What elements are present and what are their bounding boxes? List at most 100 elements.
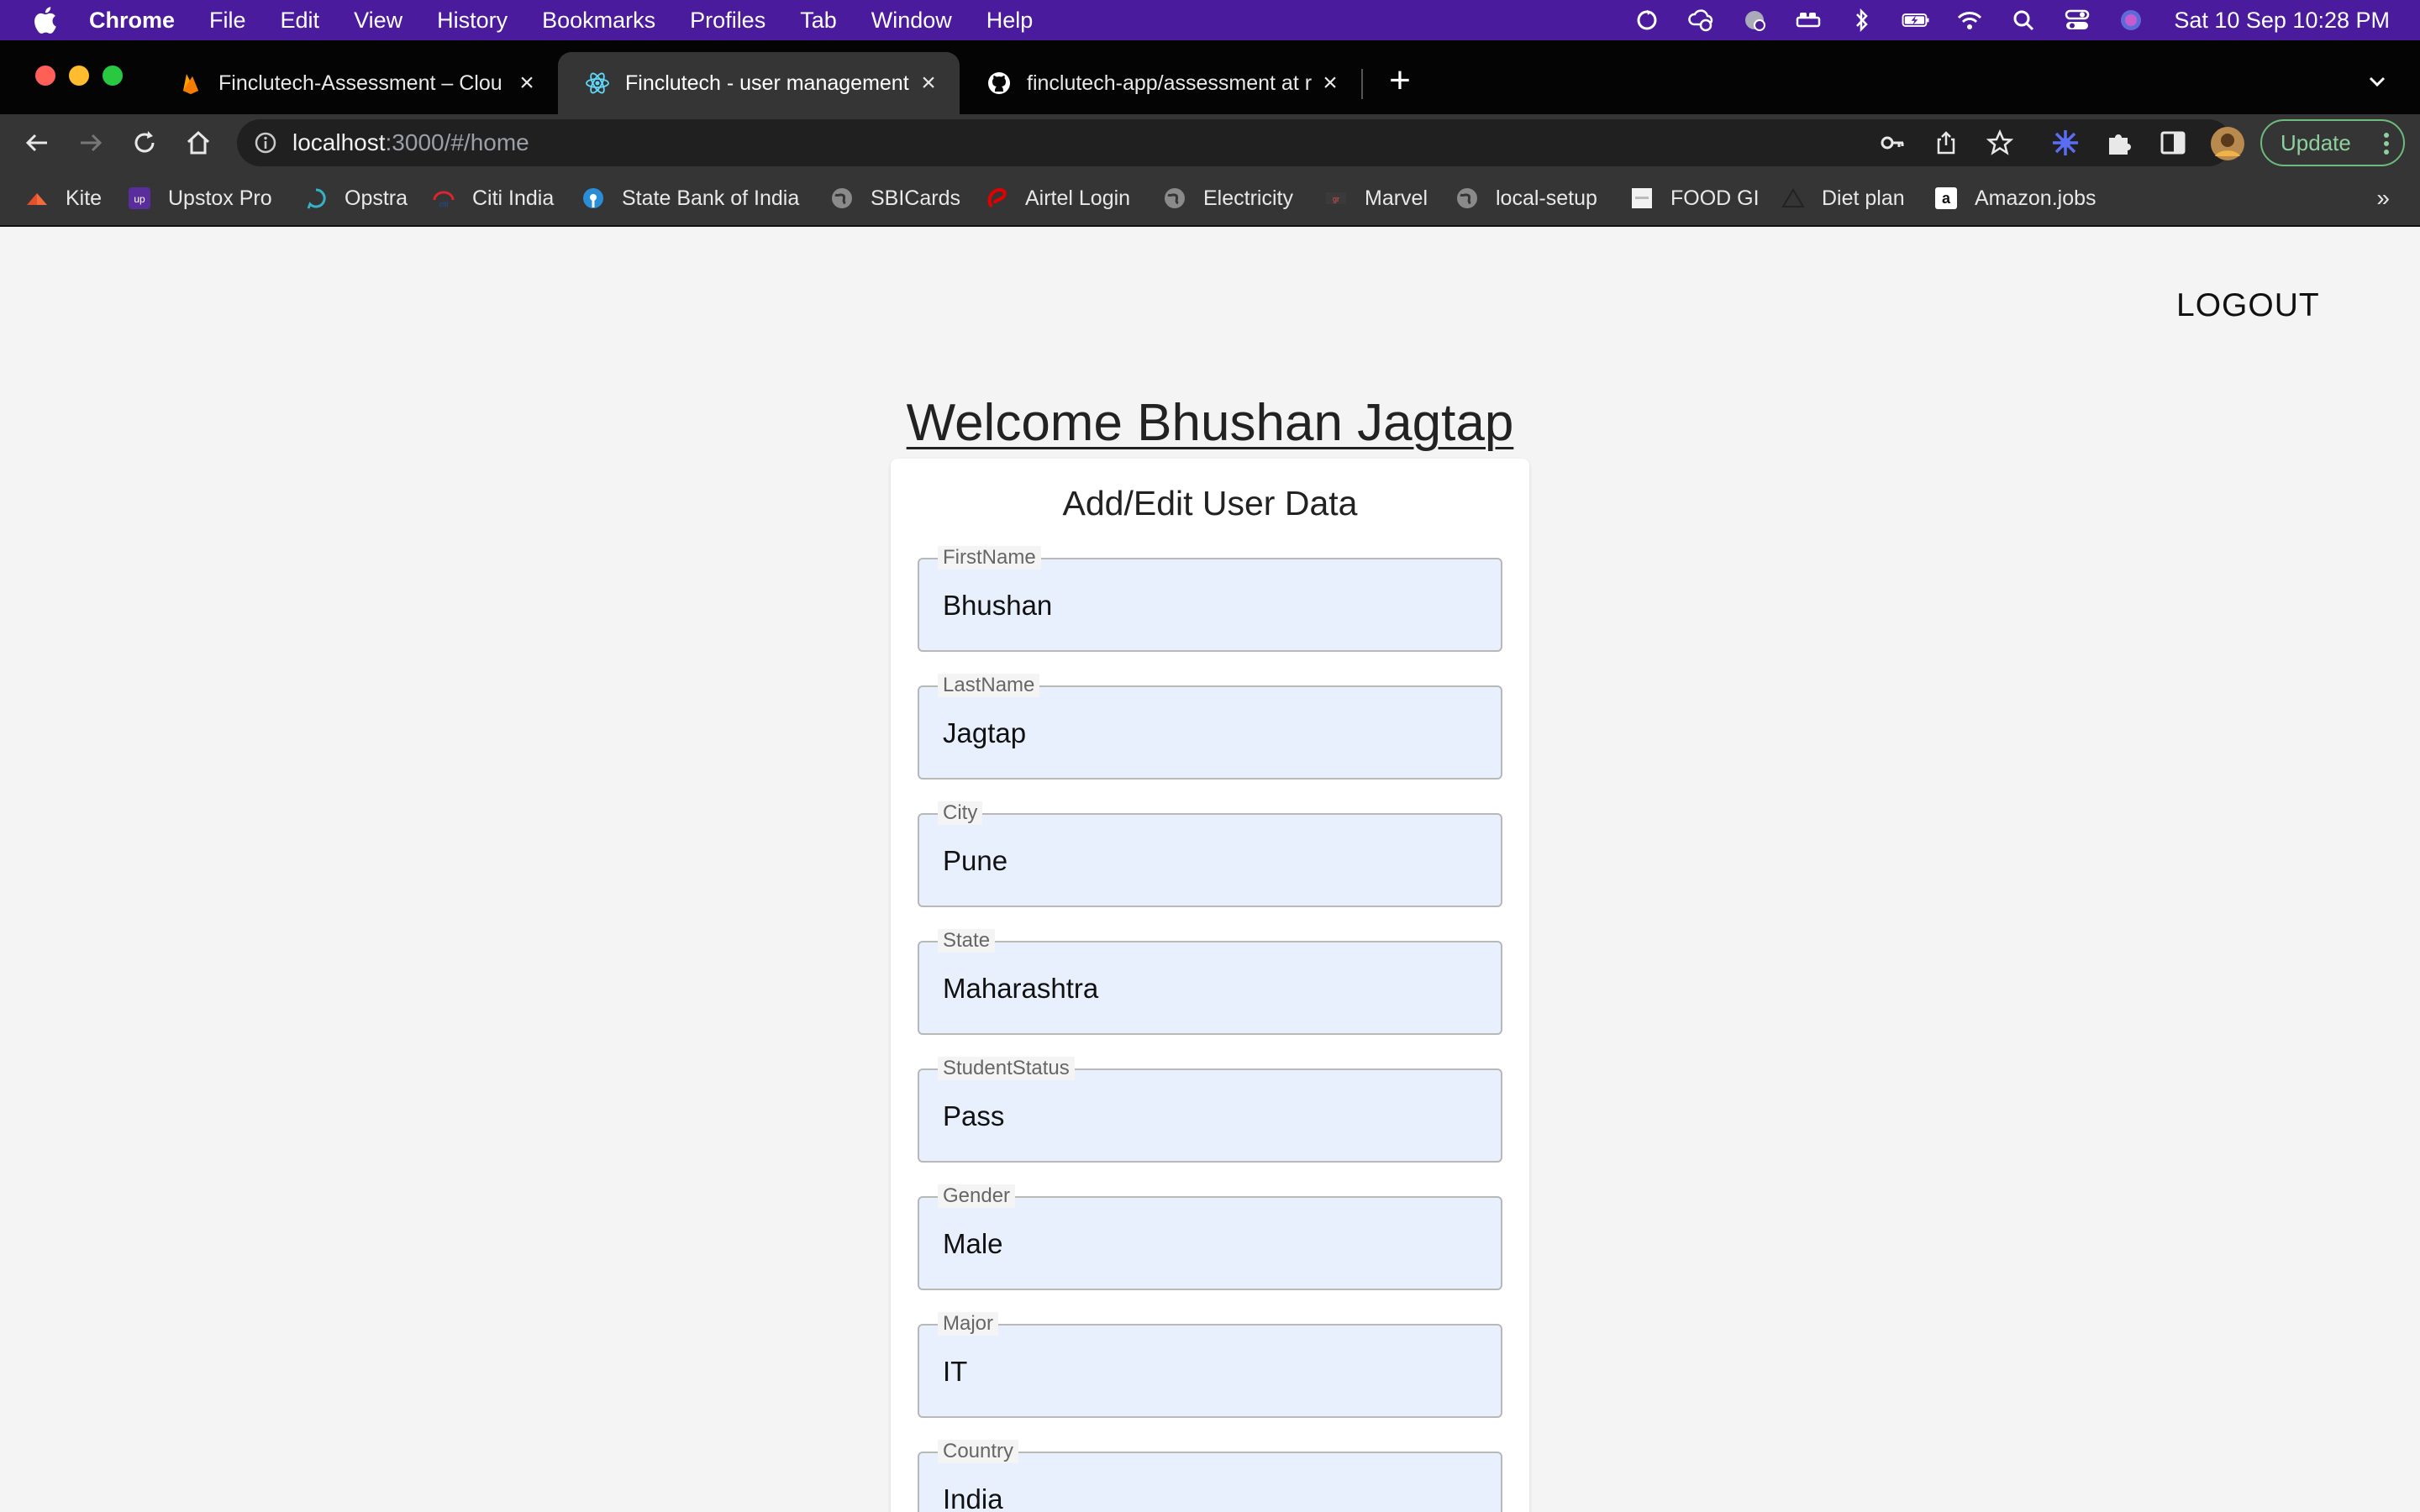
cloud-timer-icon[interactable] xyxy=(1686,6,1715,34)
tab-close-icon[interactable]: × xyxy=(1318,71,1343,96)
bookmark-electricity[interactable]: Electricity xyxy=(1163,183,1293,213)
site-info-icon[interactable] xyxy=(254,131,277,155)
bookmark-label: Marvel xyxy=(1365,186,1428,210)
side-panel-icon[interactable] xyxy=(2158,128,2188,158)
field-label: Major xyxy=(938,1312,999,1336)
field-label: StudentStatus xyxy=(938,1057,1075,1080)
bookmark-amazon-jobs[interactable]: a Amazon.jobs xyxy=(1934,183,2096,213)
new-tab-button[interactable]: + xyxy=(1385,62,1415,99)
lastname-field[interactable]: LastName Jagtap xyxy=(918,674,1502,780)
bookmark-local-setup[interactable]: local-setup xyxy=(1455,183,1597,213)
spotlight-search-icon[interactable] xyxy=(2009,6,2038,34)
bookmark-label: Opstra xyxy=(345,186,408,210)
bookmark-marvel[interactable]: gr Marvel xyxy=(1324,183,1428,213)
control-center-icon[interactable] xyxy=(2063,6,2091,34)
studentstatus-field[interactable]: StudentStatus Pass xyxy=(918,1057,1502,1163)
gender-field[interactable]: Gender Male xyxy=(918,1184,1502,1290)
major-field[interactable]: Major IT xyxy=(918,1312,1502,1418)
menu-help[interactable]: Help xyxy=(986,8,1034,34)
menu-bar-clock[interactable]: Sat 10 Sep 10:28 PM xyxy=(2174,8,2390,34)
logout-button[interactable]: LOGOUT xyxy=(2176,287,2320,324)
address-url[interactable]: localhost:3000/#/home xyxy=(292,129,529,156)
home-icon[interactable] xyxy=(183,128,213,158)
bookmark-diet-plan[interactable]: Diet plan xyxy=(1781,183,1905,213)
menu-history[interactable]: History xyxy=(437,8,508,34)
back-arrow-icon[interactable] xyxy=(22,128,52,158)
siri-icon[interactable] xyxy=(2117,6,2145,34)
reload-icon[interactable] xyxy=(129,128,160,158)
bookmark-citi-india[interactable]: citi Citi India xyxy=(432,183,554,213)
kebab-menu-icon[interactable] xyxy=(2383,131,2390,156)
tab-search-chevron-icon[interactable] xyxy=(2365,69,2390,94)
triangle-icon xyxy=(1781,188,1805,207)
bookmark-label: FOOD GI xyxy=(1670,186,1760,210)
tab-close-icon[interactable]: × xyxy=(916,71,941,96)
field-value[interactable]: India xyxy=(943,1483,1003,1512)
airtel-icon xyxy=(987,187,1007,208)
field-value[interactable]: Bhushan xyxy=(943,590,1052,622)
share-icon[interactable] xyxy=(1933,129,1960,156)
globe-icon xyxy=(1165,188,1185,208)
bookmark-star-icon[interactable] xyxy=(1986,129,2013,156)
bookmark-label: Kite xyxy=(66,186,103,210)
globe-icon xyxy=(1457,188,1477,208)
state-field[interactable]: State Maharashtra xyxy=(918,929,1502,1035)
apple-logo-icon[interactable] xyxy=(32,6,57,34)
country-field[interactable]: Country India xyxy=(918,1440,1502,1512)
menu-file[interactable]: File xyxy=(209,8,246,34)
tab-github[interactable]: finclutech-app/assessment at r × xyxy=(960,52,1361,114)
firstname-field[interactable]: FirstName Bhushan xyxy=(918,546,1502,652)
tab-user-management[interactable]: Finclutech - user management × xyxy=(558,52,960,114)
menu-tab[interactable]: Tab xyxy=(800,8,837,34)
tab-firebase[interactable]: Finclutech-Assessment – Clou × xyxy=(151,52,558,114)
field-value[interactable]: Male xyxy=(943,1228,1003,1260)
globe-status-icon[interactable] xyxy=(1740,6,1769,34)
bed-icon[interactable] xyxy=(1794,6,1823,34)
svg-text:up: up xyxy=(134,193,145,205)
svg-text:gr: gr xyxy=(1333,195,1339,203)
bookmark-airtel-login[interactable]: Airtel Login xyxy=(985,183,1130,213)
tab-close-icon[interactable]: × xyxy=(514,71,539,96)
menu-view[interactable]: View xyxy=(354,8,402,34)
bookmark-label: Airtel Login xyxy=(1025,186,1131,210)
update-label: Update xyxy=(2281,129,2351,155)
bluetooth-icon[interactable] xyxy=(1848,6,1876,34)
menu-app-name[interactable]: Chrome xyxy=(89,8,175,34)
browser-toolbar: localhost:3000/#/home Update xyxy=(0,114,2420,171)
field-value[interactable]: Pass xyxy=(943,1100,1004,1132)
menu-edit[interactable]: Edit xyxy=(281,8,320,34)
update-button[interactable]: Update xyxy=(2260,119,2405,166)
menu-profiles[interactable]: Profiles xyxy=(690,8,765,34)
menu-window[interactable]: Window xyxy=(871,8,952,34)
forward-arrow-icon[interactable] xyxy=(76,128,106,158)
key-icon[interactable] xyxy=(1879,129,1906,156)
more-bookmarks-chevron-icon[interactable]: » xyxy=(2376,185,2390,212)
address-bar[interactable]: localhost:3000/#/home xyxy=(237,119,2232,166)
bookmark-food-gi[interactable]: FOOD GI xyxy=(1630,183,1760,213)
wifi-icon[interactable] xyxy=(1955,6,1984,34)
field-value[interactable]: Pune xyxy=(943,845,1007,877)
extensions-puzzle-icon[interactable] xyxy=(2104,128,2134,158)
field-value[interactable]: Jagtap xyxy=(943,717,1026,749)
extension-star-icon[interactable] xyxy=(2050,128,2081,158)
sync-icon[interactable] xyxy=(1633,6,1661,34)
bookmark-upstox-pro[interactable]: up Upstox Pro xyxy=(128,183,272,213)
bookmark-sbicards[interactable]: SBICards xyxy=(830,183,960,213)
city-field[interactable]: City Pune xyxy=(918,801,1502,907)
url-path: :3000/#/home xyxy=(385,129,529,155)
bookmark-kite[interactable]: Kite xyxy=(25,183,102,213)
bookmark-state-bank-of-india[interactable]: State Bank of India xyxy=(581,183,799,213)
bookmark-opstra[interactable]: Opstra xyxy=(304,183,408,213)
minimize-window-button[interactable] xyxy=(69,66,89,86)
field-label: State xyxy=(938,929,996,953)
field-value[interactable]: Maharashtra xyxy=(943,973,1098,1005)
field-value[interactable]: IT xyxy=(943,1356,967,1388)
browser-tab-strip: Finclutech-Assessment – Clou × Finclutec… xyxy=(0,40,2420,114)
menu-bookmarks[interactable]: Bookmarks xyxy=(542,8,655,34)
battery-icon[interactable] xyxy=(1902,6,1930,34)
close-window-button[interactable] xyxy=(35,66,55,86)
field-label: Gender xyxy=(938,1184,1016,1208)
marvel-icon: gr xyxy=(1326,192,1346,204)
maximize-window-button[interactable] xyxy=(103,66,123,86)
profile-avatar-icon[interactable] xyxy=(2210,126,2245,161)
